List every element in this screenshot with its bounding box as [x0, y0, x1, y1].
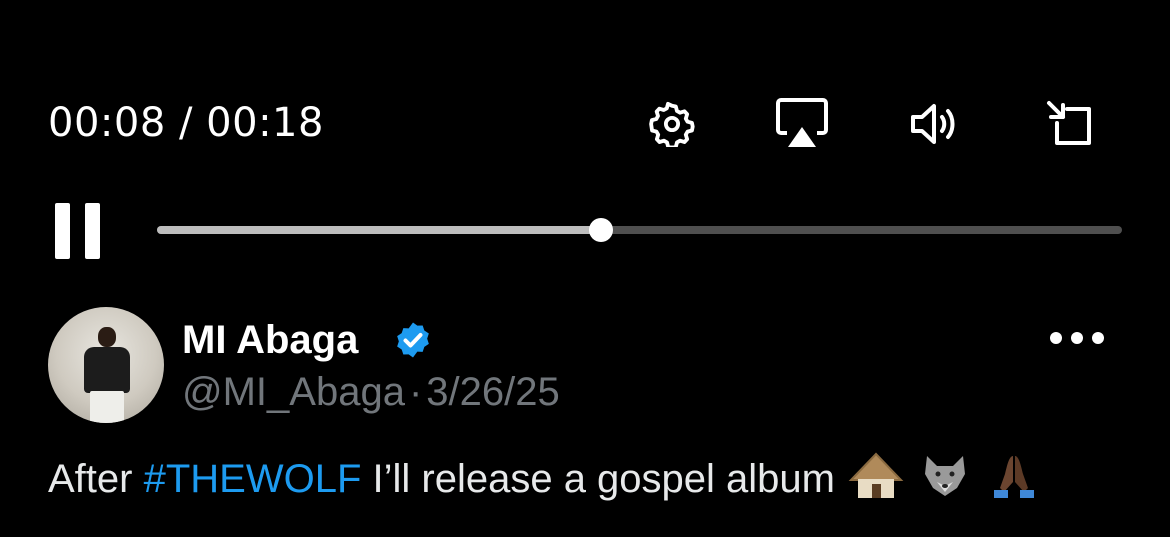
author-handle[interactable]: @MI_Abaga [182, 370, 405, 414]
post-date[interactable]: 3/26/25 [426, 370, 559, 414]
gear-icon [649, 101, 695, 147]
avatar[interactable] [48, 307, 164, 423]
separator-dot: · [408, 370, 423, 414]
handle-line: @MI_Abaga · 3/26/25 [182, 370, 560, 415]
more-dots-icon [1050, 332, 1062, 344]
time-display: 00:08 / 00:18 [48, 100, 324, 146]
volume-button[interactable] [905, 96, 965, 152]
settings-button[interactable] [642, 96, 702, 152]
more-options-button[interactable] [1050, 328, 1110, 348]
picture-in-picture-icon [1047, 101, 1091, 145]
wolf-emoji-icon [925, 456, 966, 496]
speaker-icon [911, 104, 955, 144]
progress-fill [157, 226, 601, 234]
pause-button[interactable] [55, 203, 105, 259]
pip-button[interactable] [1040, 96, 1100, 152]
pause-icon [55, 203, 70, 259]
progress-slider[interactable] [157, 218, 1122, 242]
hashtag-link[interactable]: #THEWOLF [144, 457, 362, 501]
verified-badge-icon [397, 322, 429, 358]
hut-emoji-icon [848, 452, 904, 498]
progress-thumb[interactable] [588, 218, 613, 242]
tweet-text: After #THEWOLF I’ll release a gospel alb… [48, 452, 1042, 502]
folded-hands-emoji-icon [994, 456, 1035, 498]
airplay-button[interactable] [772, 96, 832, 152]
airplay-icon [776, 98, 828, 147]
author-name[interactable]: MI Abaga [182, 318, 358, 363]
